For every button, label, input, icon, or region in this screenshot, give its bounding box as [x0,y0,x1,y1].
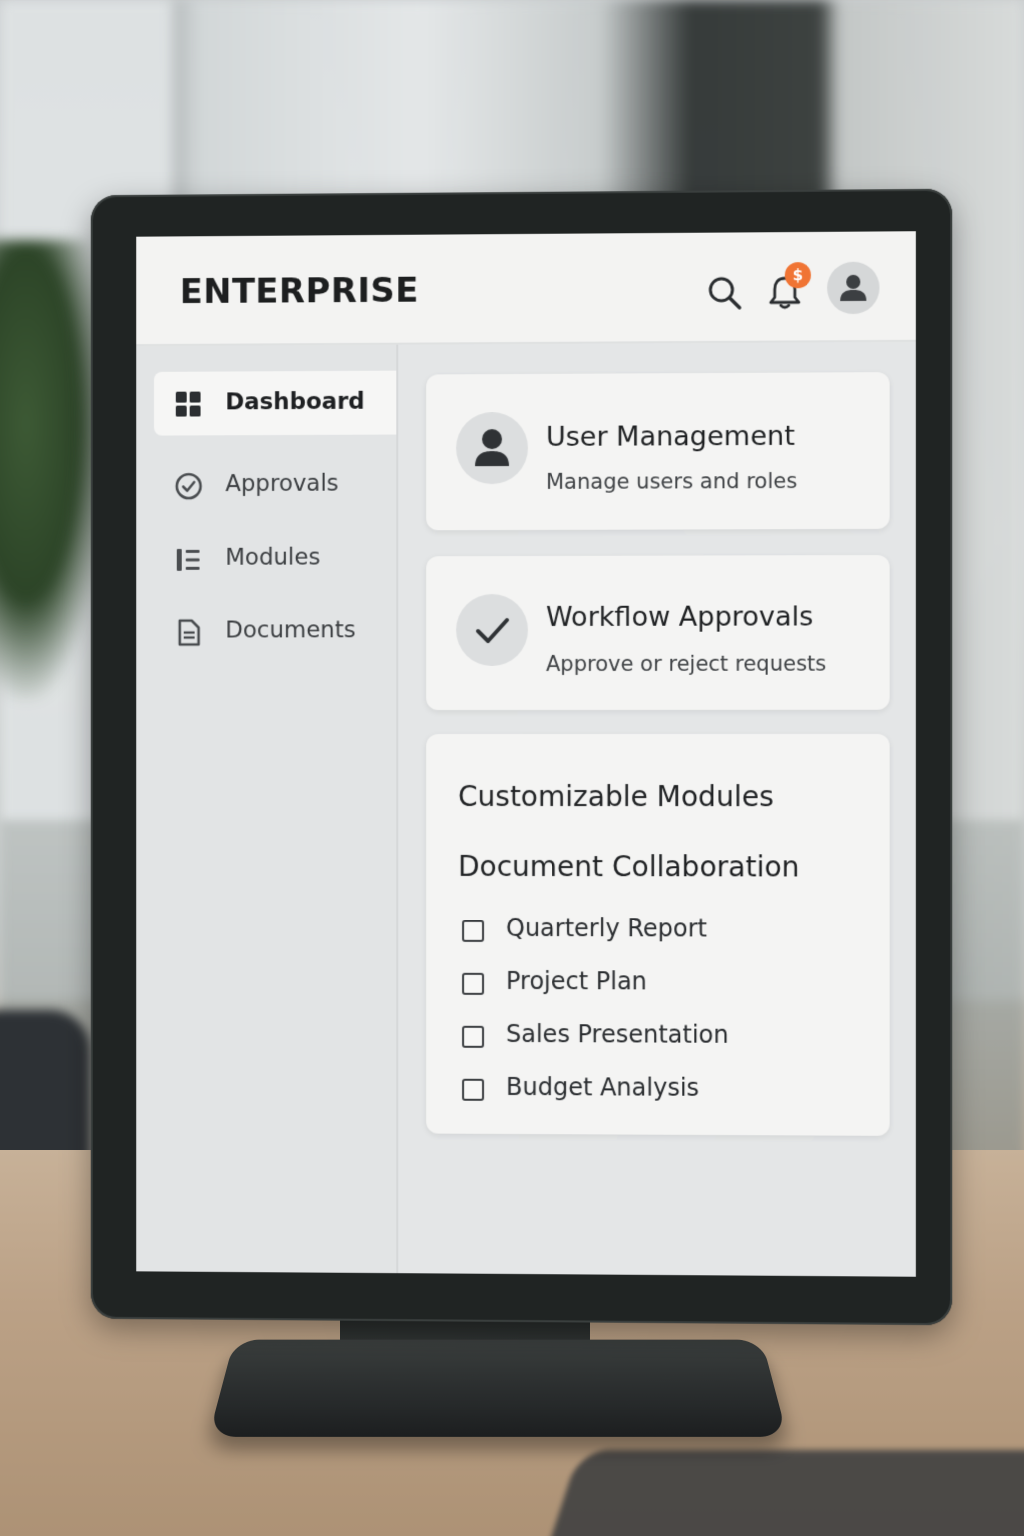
workflow-approvals-card[interactable]: Workflow Approvals Approve or reject req… [426,554,890,711]
avatar-icon [840,274,867,302]
notification-badge: $ [784,262,811,289]
document-checkbox[interactable] [462,1025,485,1048]
brand-logo: ENTERPRISE [179,270,419,313]
document-label: Project Plan [506,966,647,996]
keyboard-shadow [540,1450,1024,1536]
document-item-budget-analysis[interactable]: Budget Analysis [458,1071,859,1113]
check-circle-icon [174,471,204,501]
document-label: Quarterly Report [506,913,708,943]
document-checkbox[interactable] [462,919,485,942]
checkmark-icon [476,618,510,644]
sidebar: Dashboard Approvals Modules Documents [136,344,399,1274]
user-management-card[interactable]: User Management Manage users and roles [426,372,890,531]
document-checkbox[interactable] [462,1078,485,1101]
card-title: User Management [545,420,795,453]
sidebar-item-dashboard[interactable]: Dashboard [154,370,397,436]
sidebar-item-label: Documents [225,617,356,644]
list-icon [176,548,200,571]
modules-card: Customizable Modules Document Collaborat… [426,733,890,1136]
card-title: Workflow Approvals [545,601,814,633]
screen: ENTERPRISE $ Dashboard Approvals Modules… [136,231,916,1277]
document-item-project-plan[interactable]: Project Plan [458,965,859,1006]
document-item-quarterly-report[interactable]: Quarterly Report [458,912,859,953]
customizable-modules-title[interactable]: Customizable Modules [458,780,774,813]
monitor-stand-base [208,1339,788,1437]
sidebar-item-modules[interactable]: Modules [154,526,396,590]
sidebar-item-label: Approvals [225,470,339,498]
avatar[interactable] [827,261,880,315]
document-label: Sales Presentation [506,1019,729,1049]
document-icon [174,618,204,648]
document-label: Budget Analysis [506,1072,700,1102]
sidebar-item-approvals[interactable]: Approvals [154,453,396,518]
monitor: ENTERPRISE $ Dashboard Approvals Modules… [90,188,953,1326]
user-icon-circle [456,411,528,485]
sidebar-item-documents[interactable]: Documents [154,599,396,663]
card-subtitle: Manage users and roles [545,468,798,494]
app-header: ENTERPRISE $ [136,231,916,347]
search-icon[interactable] [704,273,744,313]
grid-icon [175,391,201,417]
document-checkbox[interactable] [462,972,485,995]
sidebar-item-label: Dashboard [225,388,365,416]
document-item-sales-presentation[interactable]: Sales Presentation [458,1018,859,1060]
card-subtitle: Approve or reject requests [545,651,827,676]
user-icon [475,429,510,467]
sidebar-item-label: Modules [225,544,321,571]
document-collaboration-title: Document Collaboration [458,849,800,884]
checkmark-icon-circle [456,593,528,667]
